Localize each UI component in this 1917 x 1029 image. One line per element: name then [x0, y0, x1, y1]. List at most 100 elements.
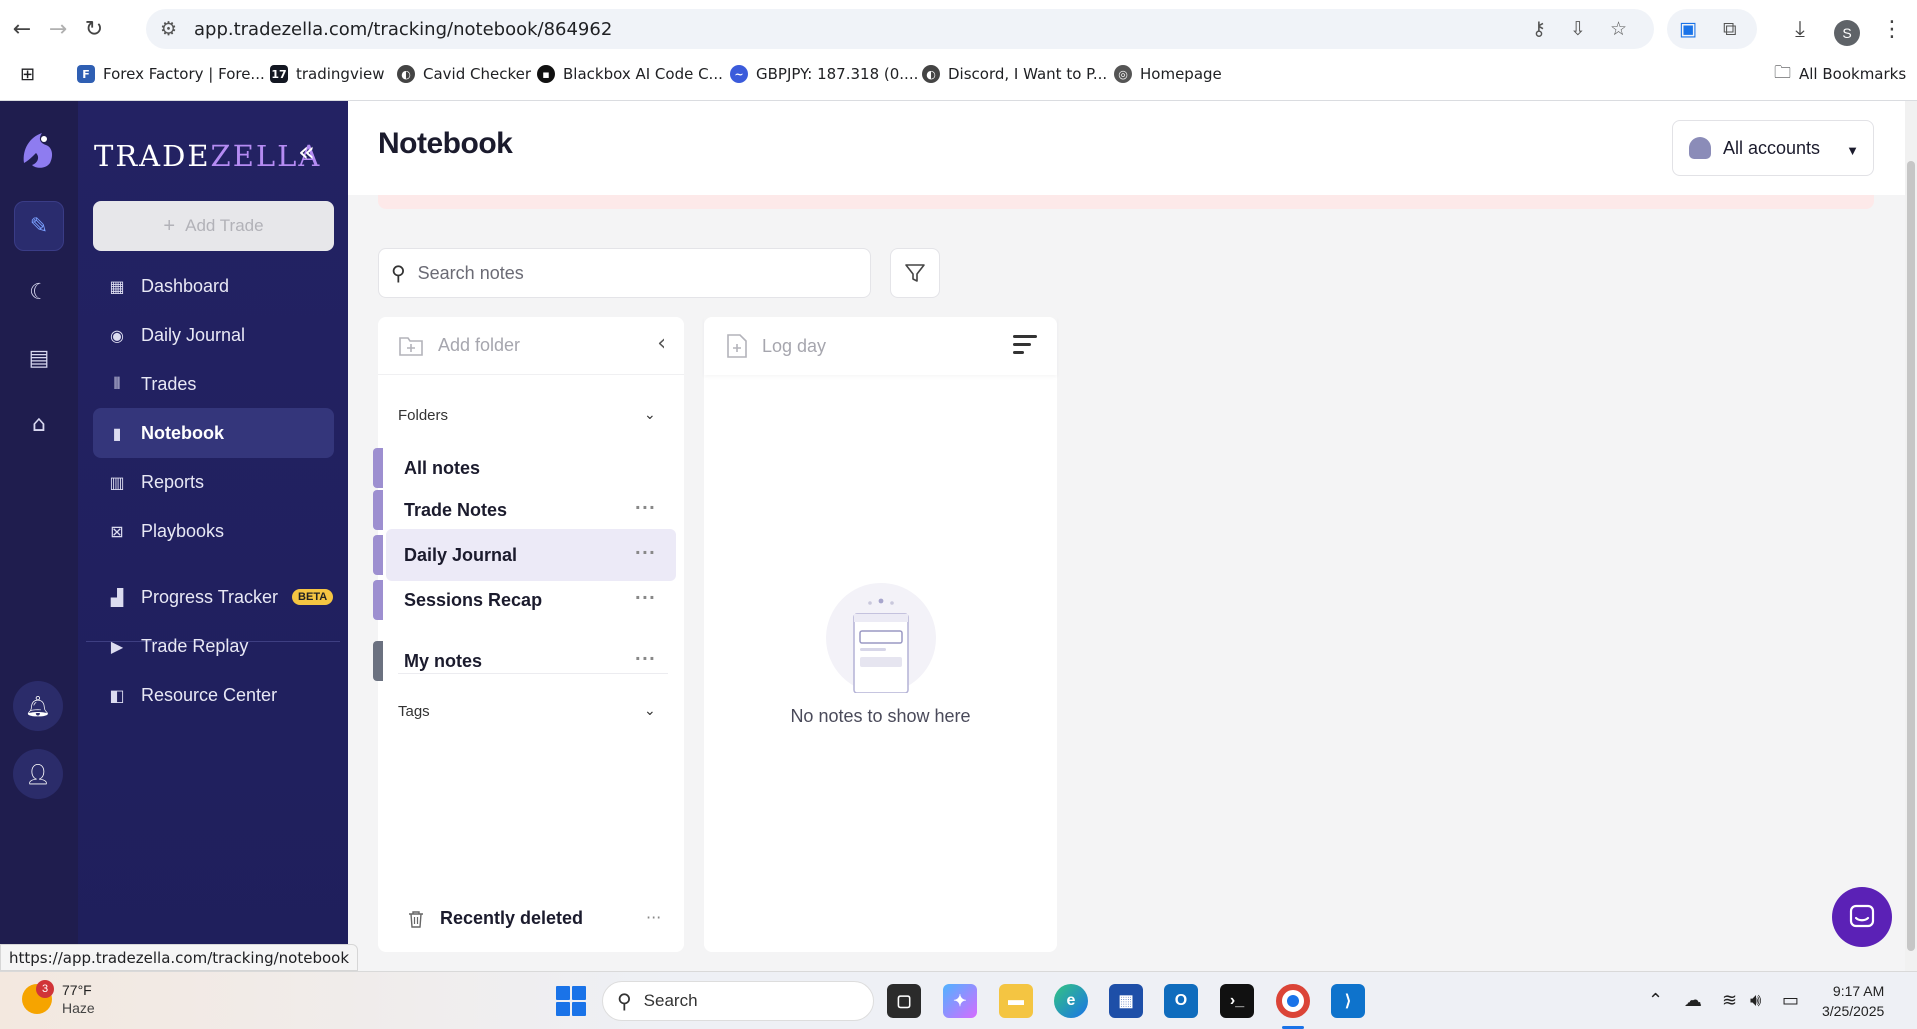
folder-my-notes[interactable]: My notes ··· [373, 635, 676, 687]
site-info-icon[interactable]: ⚙ [160, 18, 177, 40]
store-icon[interactable]: ▦ [1109, 984, 1143, 1018]
bookmark-homepage[interactable]: ◎ Homepage [1114, 62, 1222, 86]
search-notes-input[interactable] [417, 262, 838, 284]
wifi-icon[interactable]: ≋ [1722, 990, 1737, 1011]
onedrive-icon[interactable]: ☁ [1684, 990, 1702, 1011]
moon-icon[interactable]: ☾ [14, 267, 64, 317]
folder-sessions-recap[interactable]: Sessions Recap ··· [373, 574, 676, 626]
browser-chrome: ← → ↻ ⚙ app.tradezella.com/tracking/note… [0, 0, 1917, 101]
brand-text: TRADE [94, 139, 211, 173]
sidebar-item-progress-tracker[interactable]: ▟ Progress Tracker BETA [93, 572, 334, 622]
chevron-down-icon[interactable]: ⌄ [644, 407, 656, 423]
sidebar-item-dashboard[interactable]: ▦ Dashboard [93, 261, 334, 311]
volume-icon[interactable]: 🔊︎ [1750, 990, 1761, 1011]
graduation-cap-icon[interactable]: ⌂ [14, 399, 64, 449]
password-key-icon[interactable]: ⚷ [1532, 18, 1546, 40]
bookmarks-bar: ⊞ F Forex Factory | Fore... 17 tradingvi… [0, 58, 1917, 90]
account-selector-label: All accounts [1723, 137, 1821, 158]
empty-notes-illustration-icon [826, 583, 936, 694]
search-notes-field[interactable]: ⚲ [378, 248, 871, 298]
more-options-icon[interactable]: ··· [635, 543, 656, 562]
bookmark-label: tradingview [296, 65, 385, 83]
sort-icon[interactable] [1013, 335, 1037, 359]
system-clock[interactable]: 9:17 AM 3/25/2025 [1822, 981, 1884, 1021]
bookmark-star-icon[interactable]: ☆ [1610, 18, 1627, 40]
screen-capture-icon[interactable]: ▣ [1679, 18, 1697, 40]
scrollbar-thumb[interactable] [1907, 161, 1915, 951]
new-note-icon [727, 334, 747, 358]
url-text[interactable]: app.tradezella.com/tracking/notebook/864… [194, 19, 612, 40]
app-logo-icon[interactable] [16, 123, 60, 173]
plus-icon: + [163, 214, 176, 237]
log-day-button[interactable]: Log day [704, 317, 1057, 375]
sidebar-item-trade-replay[interactable]: ▶ Trade Replay [93, 621, 334, 671]
sidebar-item-trades[interactable]: ⫴ Trades [93, 359, 334, 409]
chrome-icon[interactable] [1276, 984, 1310, 1018]
more-options-icon[interactable]: ··· [635, 588, 656, 607]
sidebar-item-daily-journal[interactable]: ◉ Daily Journal [93, 310, 334, 360]
downloads-icon[interactable]: ⤓ [1786, 15, 1814, 43]
trades-icon: ⫴ [113, 374, 121, 393]
file-explorer-icon[interactable]: ▬ [999, 984, 1033, 1018]
apps-grid-icon[interactable]: ⊞ [20, 62, 35, 86]
taskbar-search-label: Search [643, 991, 698, 1010]
notebook-main: Notebook All accounts ▼ ⚲ Ad [348, 101, 1917, 971]
add-trade-button[interactable]: + Add Trade [93, 201, 334, 251]
recently-deleted-item[interactable]: Recently deleted [408, 908, 583, 929]
vscode-icon[interactable]: ⟩ [1331, 984, 1365, 1018]
bookmark-cavid-checker[interactable]: ◐ Cavid Checker [397, 62, 531, 86]
windows-start-icon[interactable] [556, 986, 586, 1016]
edge-icon[interactable]: e [1054, 984, 1088, 1018]
log-day-label: Log day [762, 335, 827, 356]
weather-widget[interactable]: 3 77°F Haze [22, 980, 95, 1017]
trash-icon [409, 910, 423, 928]
weather-badge: 3 [36, 980, 54, 998]
edit-icon[interactable]: ✎ [14, 201, 64, 251]
profile-avatar[interactable]: S [1834, 20, 1860, 46]
sidebar-item-playbooks[interactable]: ⊠ Playbooks [93, 506, 334, 556]
blackbox-icon: ▪ [537, 65, 555, 83]
show-hidden-icons-icon[interactable]: ⌃ [1648, 990, 1663, 1011]
terminal-icon[interactable]: ›_ [1220, 984, 1254, 1018]
collapse-panel-icon[interactable]: ‹ [657, 331, 666, 356]
more-options-icon[interactable]: ··· [646, 908, 661, 927]
bookmark-tradingview[interactable]: 17 tradingview [270, 62, 385, 86]
sidebar-item-resource-center[interactable]: ◧ Resource Center [93, 670, 334, 720]
homepage-icon: ◎ [1114, 65, 1132, 83]
bookmark-blackbox[interactable]: ▪ Blackbox AI Code C... [537, 62, 723, 86]
outlook-icon[interactable]: O [1164, 984, 1198, 1018]
all-bookmarks[interactable]: 🗀 All Bookmarks [1774, 62, 1906, 86]
bookmark-discord[interactable]: ◐ Discord, I Want to P... [922, 62, 1107, 86]
bookmark-forexfactory[interactable]: F Forex Factory | Fore... [77, 62, 265, 86]
bookmark-gbpjpy[interactable]: ~ GBPJPY: 187.318 (0.... [730, 62, 918, 86]
folder-label: Daily Journal [404, 544, 518, 565]
menu-kebab-icon[interactable]: ⋮ [1878, 15, 1906, 43]
copilot-icon[interactable]: ✦ [943, 984, 977, 1018]
more-options-icon[interactable]: ··· [635, 498, 656, 517]
filter-button[interactable] [890, 248, 940, 298]
add-folder-button[interactable]: Add folder [378, 317, 684, 375]
battery-icon[interactable]: ▭ [1782, 990, 1799, 1011]
sidebar-item-notebook[interactable]: ▮ Notebook [93, 408, 334, 458]
extensions-icon[interactable]: ⧉ [1723, 18, 1737, 40]
weather-condition: Haze [62, 1000, 95, 1016]
collapse-sidebar-icon[interactable]: « [298, 135, 315, 168]
page-scrollbar[interactable] [1905, 101, 1917, 971]
more-options-icon[interactable]: ··· [635, 649, 656, 668]
notifications-bell-icon[interactable]: 🔔︎ [13, 681, 63, 731]
sidebar-item-reports[interactable]: ▥ Reports [93, 457, 334, 507]
support-chat-button[interactable] [1832, 887, 1892, 947]
account-selector[interactable]: All accounts ▼ [1672, 120, 1874, 176]
chevron-down-icon[interactable]: ⌄ [644, 703, 656, 719]
reload-icon[interactable]: ↻ [80, 15, 108, 43]
task-view-icon[interactable]: ▢ [887, 984, 921, 1018]
address-bar[interactable]: ⚙ app.tradezella.com/tracking/notebook/8… [146, 9, 1654, 49]
taskbar-search[interactable]: ⚲ Search [602, 981, 874, 1021]
install-app-icon[interactable]: ⇩ [1570, 18, 1586, 40]
weather-temperature: 77°F [62, 982, 92, 998]
layout-icon[interactable]: ▤ [14, 333, 64, 383]
navigation-bar: ← → ↻ ⚙ app.tradezella.com/tracking/note… [0, 6, 1917, 52]
forward-icon[interactable]: → [44, 15, 72, 43]
user-profile-icon[interactable]: 👤︎ [13, 749, 63, 799]
back-icon[interactable]: ← [8, 15, 36, 43]
